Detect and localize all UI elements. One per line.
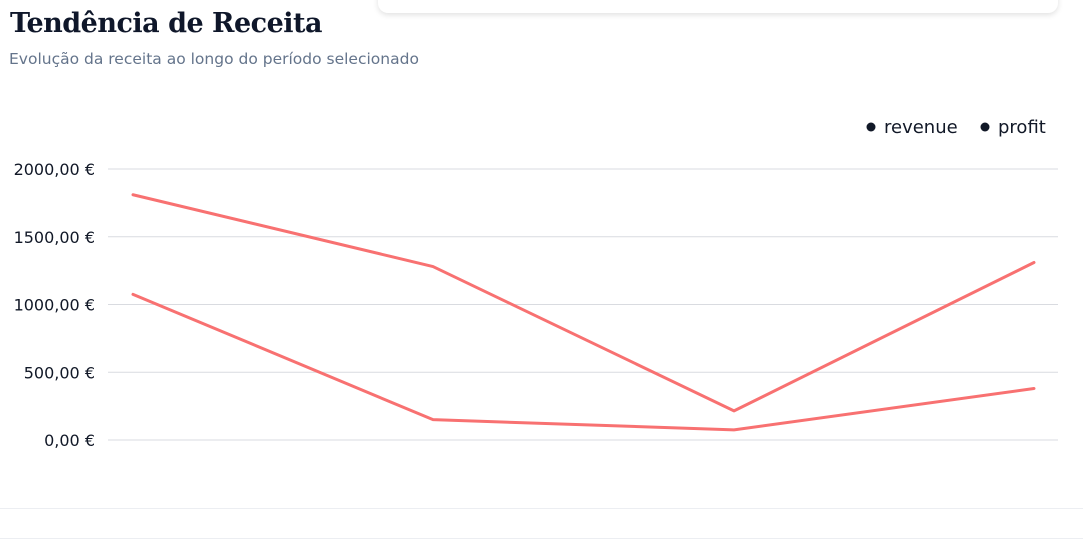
- legend-item-revenue[interactable]: revenue: [866, 117, 958, 138]
- y-axis-ticks: 0,00 € 500,00 € 1000,00 € 1500,00 € 2000,00 …: [14, 160, 95, 450]
- y-tick-label: 0,00 €: [44, 431, 95, 450]
- grid-lines: [108, 168, 1058, 441]
- top-card: [378, 0, 1058, 13]
- legend-item-profit[interactable]: profit: [980, 117, 1046, 138]
- chart-title: Tendência de Receita: [10, 8, 323, 39]
- legend: revenue profit: [866, 117, 1046, 138]
- section-divider: [0, 508, 1083, 509]
- legend-label: profit: [998, 117, 1046, 138]
- series-line-profit: [131, 292, 1036, 432]
- legend-label: revenue: [884, 117, 958, 138]
- y-tick-label: 500,00 €: [24, 363, 95, 382]
- y-tick-label: 2000,00 €: [14, 160, 95, 179]
- legend-dot-icon: [866, 122, 876, 132]
- legend-dot-icon: [980, 122, 990, 132]
- series-line-revenue: [131, 193, 1036, 413]
- chart-subtitle: Evolução da receita ao longo do período …: [9, 50, 419, 68]
- y-tick-label: 1500,00 €: [14, 228, 95, 247]
- series-lines: [131, 193, 1036, 432]
- section-divider: [0, 538, 1083, 539]
- revenue-trend-chart: 0,00 € 500,00 € 1000,00 € 1500,00 € 2000,00 …: [14, 117, 1058, 450]
- y-tick-label: 1000,00 €: [14, 296, 95, 315]
